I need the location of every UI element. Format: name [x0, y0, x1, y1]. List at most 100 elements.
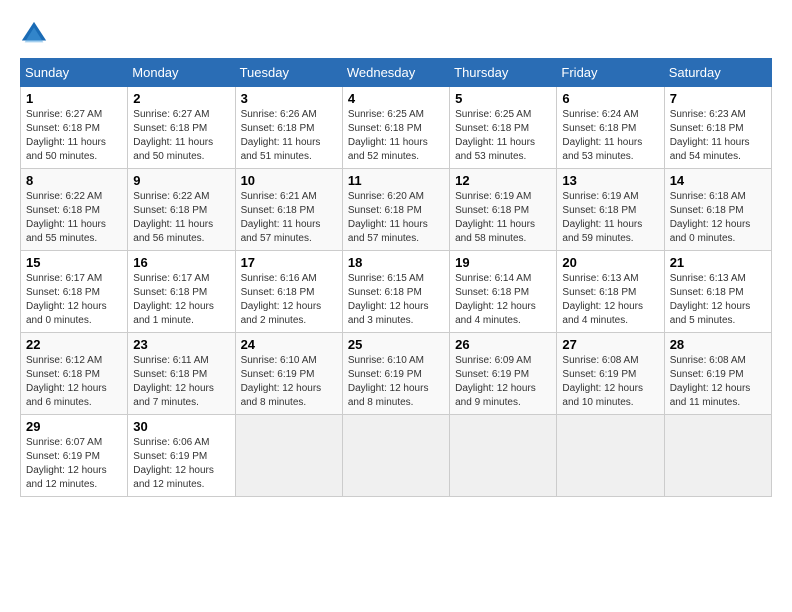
calendar-day-cell: 8 Sunrise: 6:22 AM Sunset: 6:18 PM Dayli… — [21, 169, 128, 251]
day-info: Sunrise: 6:08 AM Sunset: 6:19 PM Dayligh… — [670, 354, 766, 410]
page-header — [20, 20, 772, 48]
day-number: 3 — [241, 91, 337, 106]
day-number: 20 — [562, 255, 658, 270]
calendar-day-cell: 10 Sunrise: 6:21 AM Sunset: 6:18 PM Dayl… — [235, 169, 342, 251]
day-number: 29 — [26, 419, 122, 434]
calendar-week-row: 1 Sunrise: 6:27 AM Sunset: 6:18 PM Dayli… — [21, 87, 772, 169]
day-info: Sunrise: 6:25 AM Sunset: 6:18 PM Dayligh… — [455, 108, 551, 164]
calendar-day-cell: 17 Sunrise: 6:16 AM Sunset: 6:18 PM Dayl… — [235, 251, 342, 333]
calendar-day-cell: 19 Sunrise: 6:14 AM Sunset: 6:18 PM Dayl… — [450, 251, 557, 333]
day-number: 24 — [241, 337, 337, 352]
day-info: Sunrise: 6:06 AM Sunset: 6:19 PM Dayligh… — [133, 436, 229, 492]
calendar-day-cell: 24 Sunrise: 6:10 AM Sunset: 6:19 PM Dayl… — [235, 333, 342, 415]
day-number: 9 — [133, 173, 229, 188]
calendar-day-cell: 7 Sunrise: 6:23 AM Sunset: 6:18 PM Dayli… — [664, 87, 771, 169]
day-number: 23 — [133, 337, 229, 352]
day-number: 25 — [348, 337, 444, 352]
day-info: Sunrise: 6:18 AM Sunset: 6:18 PM Dayligh… — [670, 190, 766, 246]
day-info: Sunrise: 6:27 AM Sunset: 6:18 PM Dayligh… — [26, 108, 122, 164]
calendar-day-cell: 2 Sunrise: 6:27 AM Sunset: 6:18 PM Dayli… — [128, 87, 235, 169]
calendar-day-cell: 4 Sunrise: 6:25 AM Sunset: 6:18 PM Dayli… — [342, 87, 449, 169]
day-info: Sunrise: 6:13 AM Sunset: 6:18 PM Dayligh… — [670, 272, 766, 328]
day-info: Sunrise: 6:14 AM Sunset: 6:18 PM Dayligh… — [455, 272, 551, 328]
day-number: 2 — [133, 91, 229, 106]
day-info: Sunrise: 6:12 AM Sunset: 6:18 PM Dayligh… — [26, 354, 122, 410]
day-number: 27 — [562, 337, 658, 352]
day-info: Sunrise: 6:13 AM Sunset: 6:18 PM Dayligh… — [562, 272, 658, 328]
calendar-day-cell: 28 Sunrise: 6:08 AM Sunset: 6:19 PM Dayl… — [664, 333, 771, 415]
calendar-day-cell: 13 Sunrise: 6:19 AM Sunset: 6:18 PM Dayl… — [557, 169, 664, 251]
day-number: 22 — [26, 337, 122, 352]
weekday-header: Thursday — [450, 59, 557, 87]
calendar-week-row: 22 Sunrise: 6:12 AM Sunset: 6:18 PM Dayl… — [21, 333, 772, 415]
weekday-header-row: SundayMondayTuesdayWednesdayThursdayFrid… — [21, 59, 772, 87]
day-number: 11 — [348, 173, 444, 188]
calendar-day-cell: 11 Sunrise: 6:20 AM Sunset: 6:18 PM Dayl… — [342, 169, 449, 251]
calendar-week-row: 29 Sunrise: 6:07 AM Sunset: 6:19 PM Dayl… — [21, 415, 772, 497]
day-info: Sunrise: 6:27 AM Sunset: 6:18 PM Dayligh… — [133, 108, 229, 164]
weekday-header: Tuesday — [235, 59, 342, 87]
day-info: Sunrise: 6:23 AM Sunset: 6:18 PM Dayligh… — [670, 108, 766, 164]
day-info: Sunrise: 6:09 AM Sunset: 6:19 PM Dayligh… — [455, 354, 551, 410]
weekday-header: Sunday — [21, 59, 128, 87]
calendar-day-cell: 5 Sunrise: 6:25 AM Sunset: 6:18 PM Dayli… — [450, 87, 557, 169]
day-number: 8 — [26, 173, 122, 188]
calendar-day-cell: 15 Sunrise: 6:17 AM Sunset: 6:18 PM Dayl… — [21, 251, 128, 333]
weekday-header: Monday — [128, 59, 235, 87]
calendar-day-cell: 14 Sunrise: 6:18 AM Sunset: 6:18 PM Dayl… — [664, 169, 771, 251]
calendar-day-cell: 18 Sunrise: 6:15 AM Sunset: 6:18 PM Dayl… — [342, 251, 449, 333]
calendar-day-cell: 22 Sunrise: 6:12 AM Sunset: 6:18 PM Dayl… — [21, 333, 128, 415]
day-number: 18 — [348, 255, 444, 270]
day-number: 28 — [670, 337, 766, 352]
day-info: Sunrise: 6:08 AM Sunset: 6:19 PM Dayligh… — [562, 354, 658, 410]
logo — [20, 20, 52, 48]
weekday-header: Friday — [557, 59, 664, 87]
day-number: 6 — [562, 91, 658, 106]
calendar-day-cell: 23 Sunrise: 6:11 AM Sunset: 6:18 PM Dayl… — [128, 333, 235, 415]
day-number: 16 — [133, 255, 229, 270]
calendar-day-cell: 9 Sunrise: 6:22 AM Sunset: 6:18 PM Dayli… — [128, 169, 235, 251]
calendar-day-cell: 27 Sunrise: 6:08 AM Sunset: 6:19 PM Dayl… — [557, 333, 664, 415]
day-number: 15 — [26, 255, 122, 270]
calendar-day-cell — [664, 415, 771, 497]
day-number: 4 — [348, 91, 444, 106]
day-info: Sunrise: 6:19 AM Sunset: 6:18 PM Dayligh… — [455, 190, 551, 246]
weekday-header: Saturday — [664, 59, 771, 87]
calendar-day-cell — [557, 415, 664, 497]
day-info: Sunrise: 6:11 AM Sunset: 6:18 PM Dayligh… — [133, 354, 229, 410]
day-info: Sunrise: 6:16 AM Sunset: 6:18 PM Dayligh… — [241, 272, 337, 328]
calendar-day-cell — [342, 415, 449, 497]
weekday-header: Wednesday — [342, 59, 449, 87]
calendar-table: SundayMondayTuesdayWednesdayThursdayFrid… — [20, 58, 772, 497]
day-info: Sunrise: 6:25 AM Sunset: 6:18 PM Dayligh… — [348, 108, 444, 164]
day-info: Sunrise: 6:20 AM Sunset: 6:18 PM Dayligh… — [348, 190, 444, 246]
calendar-day-cell: 3 Sunrise: 6:26 AM Sunset: 6:18 PM Dayli… — [235, 87, 342, 169]
day-info: Sunrise: 6:21 AM Sunset: 6:18 PM Dayligh… — [241, 190, 337, 246]
calendar-week-row: 15 Sunrise: 6:17 AM Sunset: 6:18 PM Dayl… — [21, 251, 772, 333]
day-info: Sunrise: 6:24 AM Sunset: 6:18 PM Dayligh… — [562, 108, 658, 164]
day-number: 30 — [133, 419, 229, 434]
day-number: 5 — [455, 91, 551, 106]
day-number: 10 — [241, 173, 337, 188]
day-number: 14 — [670, 173, 766, 188]
day-info: Sunrise: 6:22 AM Sunset: 6:18 PM Dayligh… — [133, 190, 229, 246]
calendar-week-row: 8 Sunrise: 6:22 AM Sunset: 6:18 PM Dayli… — [21, 169, 772, 251]
calendar-day-cell — [450, 415, 557, 497]
day-info: Sunrise: 6:22 AM Sunset: 6:18 PM Dayligh… — [26, 190, 122, 246]
calendar-day-cell: 16 Sunrise: 6:17 AM Sunset: 6:18 PM Dayl… — [128, 251, 235, 333]
calendar-day-cell: 6 Sunrise: 6:24 AM Sunset: 6:18 PM Dayli… — [557, 87, 664, 169]
day-number: 7 — [670, 91, 766, 106]
day-number: 19 — [455, 255, 551, 270]
day-number: 1 — [26, 91, 122, 106]
day-info: Sunrise: 6:17 AM Sunset: 6:18 PM Dayligh… — [133, 272, 229, 328]
day-info: Sunrise: 6:19 AM Sunset: 6:18 PM Dayligh… — [562, 190, 658, 246]
calendar-day-cell: 12 Sunrise: 6:19 AM Sunset: 6:18 PM Dayl… — [450, 169, 557, 251]
calendar-day-cell: 25 Sunrise: 6:10 AM Sunset: 6:19 PM Dayl… — [342, 333, 449, 415]
day-number: 12 — [455, 173, 551, 188]
day-number: 26 — [455, 337, 551, 352]
day-info: Sunrise: 6:07 AM Sunset: 6:19 PM Dayligh… — [26, 436, 122, 492]
calendar-day-cell: 20 Sunrise: 6:13 AM Sunset: 6:18 PM Dayl… — [557, 251, 664, 333]
calendar-day-cell — [235, 415, 342, 497]
calendar-day-cell: 30 Sunrise: 6:06 AM Sunset: 6:19 PM Dayl… — [128, 415, 235, 497]
day-number: 13 — [562, 173, 658, 188]
